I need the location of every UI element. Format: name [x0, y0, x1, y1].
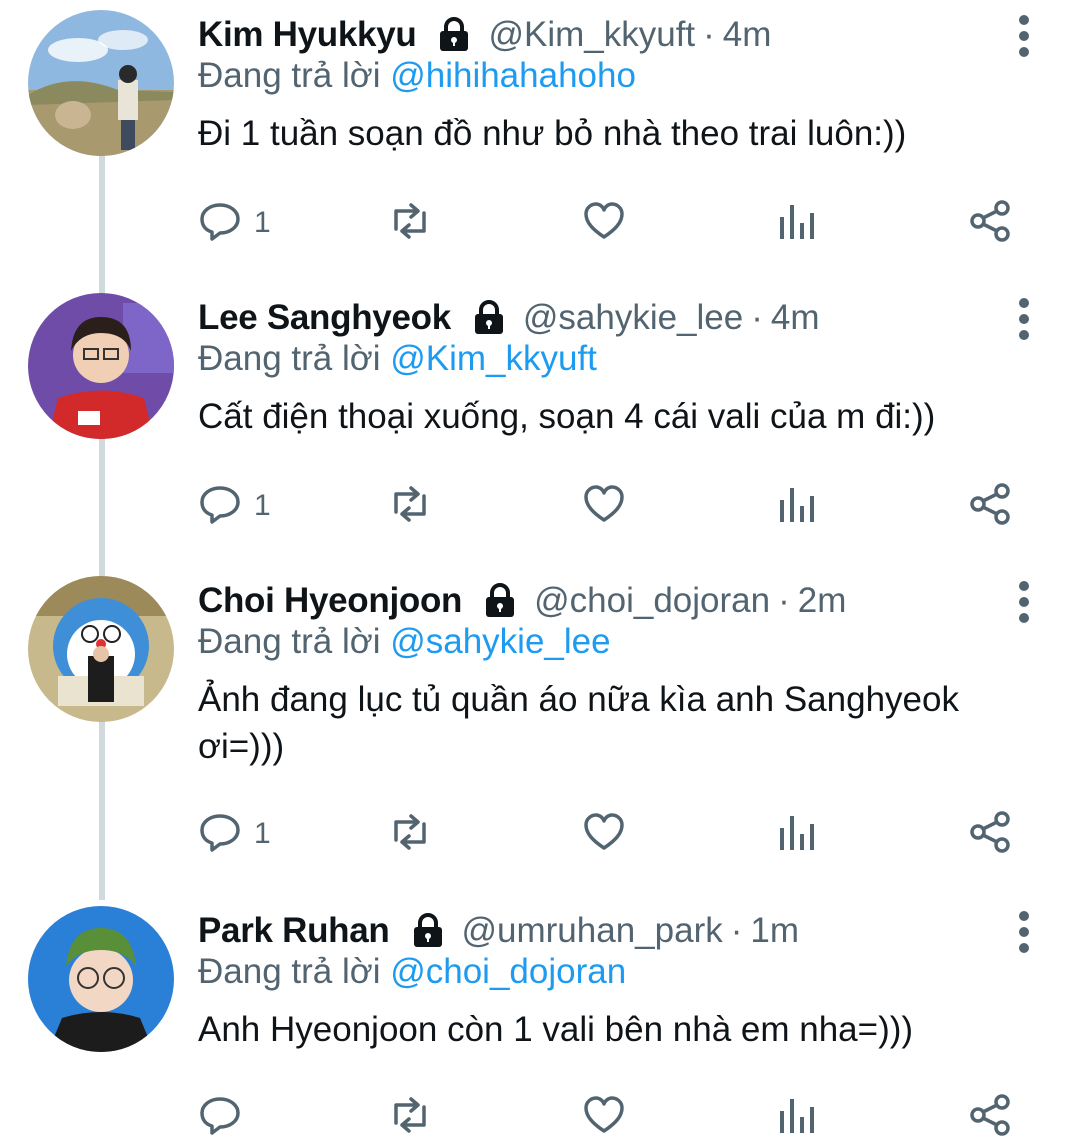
- display-name[interactable]: Choi Hyeonjoon: [198, 581, 462, 621]
- like-button[interactable]: [582, 198, 626, 248]
- lock-icon: [469, 298, 509, 338]
- reply-icon: [198, 1093, 242, 1142]
- replying-prefix: Đang trả lời: [198, 952, 381, 991]
- replying-prefix: Đang trả lời: [198, 622, 381, 661]
- like-icon: [582, 482, 626, 531]
- share-icon: [968, 482, 1012, 531]
- analytics-button[interactable]: [774, 481, 818, 531]
- more-icon[interactable]: [1012, 297, 1036, 341]
- separator-dot: ·: [703, 15, 715, 54]
- lock-icon: [408, 911, 448, 951]
- separator-dot: ·: [778, 581, 790, 620]
- more-icon[interactable]: [1012, 14, 1036, 58]
- replying-to: Đang trả lời @hihihahahoho: [198, 56, 636, 96]
- analytics-button[interactable]: [774, 1092, 818, 1142]
- avatar-image: [28, 293, 174, 439]
- share-button[interactable]: [968, 481, 1012, 531]
- like-icon: [582, 1093, 626, 1142]
- replying-to: Đang trả lời @sahykie_lee: [198, 622, 611, 662]
- reply-button[interactable]: [198, 1092, 254, 1142]
- analytics-icon: [774, 1093, 818, 1142]
- like-button[interactable]: [582, 809, 626, 859]
- retweet-button[interactable]: [388, 809, 432, 859]
- user-handle[interactable]: @sahykie_lee: [523, 298, 743, 338]
- tweet-text: Đi 1 tuần soạn đồ như bỏ nhà theo trai l…: [198, 114, 907, 153]
- tweet[interactable]: Choi Hyeonjoon @choi_dojoran · 2m Đang t…: [0, 566, 1080, 894]
- lock-icon: [434, 15, 474, 55]
- reply-button[interactable]: 1: [198, 809, 271, 859]
- share-button[interactable]: [968, 198, 1012, 248]
- like-button[interactable]: [582, 1092, 626, 1142]
- more-icon[interactable]: [1012, 910, 1036, 954]
- reply-button[interactable]: 1: [198, 481, 271, 531]
- analytics-button[interactable]: [774, 809, 818, 859]
- avatar[interactable]: [28, 293, 174, 439]
- reply-icon: [198, 810, 242, 859]
- user-handle[interactable]: @Kim_kkyuft: [488, 15, 695, 55]
- avatar[interactable]: [28, 576, 174, 722]
- replying-to: Đang trả lời @Kim_kkyuft: [198, 339, 597, 379]
- tweet-text: Cất điện thoại xuống, soạn 4 cái vali củ…: [198, 397, 936, 436]
- share-icon: [968, 810, 1012, 859]
- reply-button[interactable]: 1: [198, 198, 271, 248]
- like-icon: [582, 810, 626, 859]
- reply-count: 1: [254, 817, 271, 850]
- tweet-text: Anh Hyeonjoon còn 1 vali bên nhà em nha=…: [198, 1010, 914, 1049]
- retweet-button[interactable]: [388, 481, 432, 531]
- share-icon: [968, 1093, 1012, 1142]
- analytics-icon: [774, 810, 818, 859]
- retweet-icon: [388, 1093, 432, 1142]
- reply-icon: [198, 482, 242, 531]
- user-handle[interactable]: @choi_dojoran: [534, 581, 770, 621]
- tweet[interactable]: Lee Sanghyeok @sahykie_lee · 4m Đang trả…: [0, 283, 1080, 566]
- analytics-icon: [774, 482, 818, 531]
- replying-to: Đang trả lời @choi_dojoran: [198, 952, 626, 992]
- lock-icon: [480, 581, 520, 621]
- share-button[interactable]: [968, 1092, 1012, 1142]
- share-button[interactable]: [968, 809, 1012, 859]
- avatar-image: [28, 576, 174, 722]
- reply-count: 1: [254, 206, 271, 239]
- display-name[interactable]: Park Ruhan: [198, 911, 390, 951]
- more-icon[interactable]: [1012, 580, 1036, 624]
- replying-mention[interactable]: @sahykie_lee: [390, 622, 610, 661]
- timestamp[interactable]: 4m: [723, 15, 772, 55]
- share-icon: [968, 199, 1012, 248]
- timestamp[interactable]: 1m: [750, 911, 799, 951]
- avatar-image: [28, 906, 174, 1052]
- separator-dot: ·: [751, 298, 763, 337]
- retweet-icon: [388, 482, 432, 531]
- avatar-image: [28, 10, 174, 156]
- display-name[interactable]: Kim Hyukkyu: [198, 15, 417, 55]
- avatar[interactable]: [28, 10, 174, 156]
- timestamp[interactable]: 4m: [771, 298, 820, 338]
- retweet-icon: [388, 810, 432, 859]
- timestamp[interactable]: 2m: [798, 581, 847, 621]
- like-button[interactable]: [582, 481, 626, 531]
- replying-mention[interactable]: @choi_dojoran: [390, 952, 626, 991]
- action-bar: [198, 1092, 1018, 1142]
- replying-mention[interactable]: @hihihahahoho: [390, 56, 636, 95]
- analytics-button[interactable]: [774, 198, 818, 248]
- reply-icon: [198, 199, 242, 248]
- replying-mention[interactable]: @Kim_kkyuft: [390, 339, 597, 378]
- retweet-button[interactable]: [388, 198, 432, 248]
- replying-prefix: Đang trả lời: [198, 56, 381, 95]
- action-bar: 1: [198, 809, 1018, 859]
- replying-prefix: Đang trả lời: [198, 339, 381, 378]
- separator-dot: ·: [730, 911, 743, 950]
- reply-count: 1: [254, 489, 271, 522]
- like-icon: [582, 199, 626, 248]
- user-handle[interactable]: @umruhan_park: [462, 911, 723, 951]
- action-bar: 1: [198, 481, 1018, 531]
- retweet-icon: [388, 199, 432, 248]
- avatar[interactable]: [28, 906, 174, 1052]
- retweet-button[interactable]: [388, 1092, 432, 1142]
- action-bar: 1: [198, 198, 1018, 248]
- display-name[interactable]: Lee Sanghyeok: [198, 298, 451, 338]
- tweet-text: Ảnh đang lục tủ quần áo nữa kìa anh Sang…: [198, 680, 959, 766]
- tweet[interactable]: Kim Hyukkyu @Kim_kkyuft · 4m Đang trả lờ…: [0, 0, 1080, 283]
- tweet[interactable]: Park Ruhan @umruhan_park · 1m Đang trả l…: [0, 896, 1080, 1144]
- analytics-icon: [774, 199, 818, 248]
